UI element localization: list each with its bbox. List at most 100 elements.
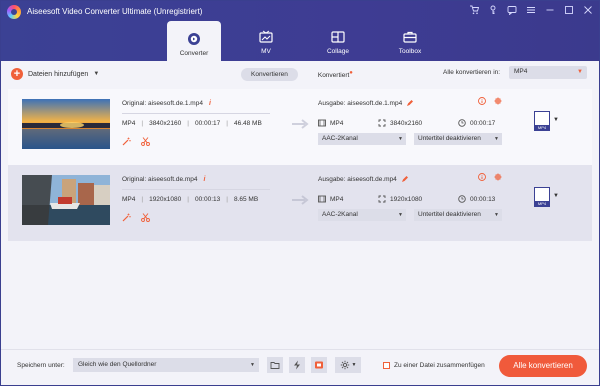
output-resolution: 3840x2160 <box>390 119 423 127</box>
plus-icon: + <box>11 68 23 80</box>
file-row: Original: aiseesoft.de.mp4 i MP4 | 1920x… <box>8 165 592 241</box>
output-format-button[interactable]: MP4 <box>534 187 550 207</box>
film-icon <box>318 119 326 127</box>
info-circle-icon[interactable] <box>478 173 486 181</box>
merge-checkbox[interactable] <box>383 362 390 369</box>
separator: | <box>141 196 144 203</box>
audio-track-select[interactable]: AAC-2Kanal ▼ <box>318 133 406 145</box>
output-meta: MP4 3840x2160 00:00:17 <box>318 119 508 127</box>
video-thumbnail[interactable] <box>22 99 110 149</box>
original-filename: Original: aiseesoft.de.1.mp4 <box>122 99 203 107</box>
edit-tools <box>122 137 272 146</box>
audio-track-select[interactable]: AAC-2Kanal ▼ <box>318 209 406 221</box>
output-duration: 00:00:13 <box>470 195 496 203</box>
add-files-button[interactable]: + Dateien hinzufügen ▼ <box>11 68 99 80</box>
source-size: 46.48 MB <box>233 120 262 127</box>
source-info: Original: aiseesoft.de.mp4 i MP4 | 1920x… <box>122 173 272 222</box>
tab-collage-label: Collage <box>326 48 350 55</box>
open-folder-button[interactable] <box>267 357 283 373</box>
key-icon[interactable] <box>488 5 498 15</box>
magic-wand-icon[interactable] <box>122 213 131 222</box>
arrow-right-icon <box>292 119 310 129</box>
folder-icon <box>270 362 280 369</box>
subtitle-select[interactable]: Untertitel deaktivieren ▼ <box>414 209 502 221</box>
divider <box>122 189 270 190</box>
tab-toolbox-label: Toolbox <box>398 48 422 55</box>
edit-tools <box>122 213 272 222</box>
clock-icon <box>458 119 466 127</box>
gpu-acceleration-button[interactable] <box>311 357 327 373</box>
save-path-value: Gleich wie den Quellordner <box>78 361 157 368</box>
source-format: MP4 <box>122 120 136 127</box>
edit-pencil-icon[interactable] <box>406 99 414 107</box>
source-meta: MP4 | 1920x1080 | 00:00:13 | 8.65 MB <box>122 196 272 203</box>
audio-track-value: AAC-2Kanal <box>322 135 358 142</box>
convert-all-button[interactable]: Alle konvertieren <box>499 355 587 377</box>
convert-all-format-select[interactable]: MP4 ▼ <box>509 66 587 79</box>
add-files-label: Dateien hinzufügen <box>28 70 89 78</box>
subtitle-select[interactable]: Untertitel deaktivieren ▼ <box>414 133 502 145</box>
source-duration: 00:00:17 <box>194 120 221 127</box>
tab-collage[interactable]: Collage <box>311 21 365 59</box>
chevron-down-icon: ▼ <box>250 362 255 368</box>
chevron-down-icon[interactable]: ▼ <box>93 71 99 77</box>
chevron-down-icon[interactable]: ▼ <box>553 193 559 199</box>
output-format-button[interactable]: MP4 <box>534 111 550 131</box>
edit-pencil-icon[interactable] <box>401 175 409 183</box>
subtitle-value: Untertitel deaktivieren <box>418 211 481 218</box>
info-circle-icon[interactable] <box>478 97 486 105</box>
output-resolution-group: 3840x2160 <box>378 119 458 127</box>
title-bar: Aiseesoft Video Converter Ultimate (Unre… <box>1 1 599 61</box>
audio-track-value: AAC-2Kanal <box>322 211 358 218</box>
info-icon[interactable]: i <box>209 100 211 107</box>
save-path-select[interactable]: Gleich wie den Quellordner ▼ <box>73 358 259 372</box>
output-format-group: MP4 <box>318 195 378 203</box>
resize-icon <box>378 195 386 203</box>
tab-mv[interactable]: MV <box>239 21 293 59</box>
close-icon[interactable] <box>583 5 593 15</box>
tab-converting[interactable]: Konvertieren <box>241 68 298 82</box>
scissors-icon[interactable] <box>141 137 150 146</box>
tab-converted[interactable]: Konvertiert● <box>308 67 363 82</box>
settings-button[interactable]: ▼ <box>335 357 361 373</box>
feedback-icon[interactable] <box>507 5 517 15</box>
menu-icon[interactable] <box>526 5 536 15</box>
hardware-acceleration-button[interactable] <box>289 357 305 373</box>
source-size: 8.65 MB <box>233 196 259 203</box>
merge-icon[interactable] <box>494 173 502 181</box>
original-filename: Original: aiseesoft.de.mp4 <box>122 175 198 183</box>
minimize-icon[interactable] <box>545 5 555 15</box>
tab-converter[interactable]: Converter <box>167 21 221 61</box>
tab-mv-label: MV <box>261 48 271 55</box>
chevron-down-icon: ▼ <box>577 69 583 75</box>
output-duration-group: 00:00:13 <box>458 195 495 203</box>
video-thumbnail[interactable] <box>22 175 110 225</box>
output-info: Ausgabe: aiseesoft.de.1.mp4 MP4 3840x216… <box>318 97 508 145</box>
app-logo-icon <box>7 5 21 19</box>
film-icon <box>318 195 326 203</box>
separator: | <box>226 196 228 203</box>
tab-toolbox[interactable]: Toolbox <box>383 21 437 59</box>
divider <box>122 113 270 114</box>
maximize-icon[interactable] <box>564 5 574 15</box>
format-badge: MP4 <box>535 125 549 130</box>
chevron-down-icon: ▼ <box>494 136 499 142</box>
gpu-icon <box>315 361 323 369</box>
chevron-down-icon: ▼ <box>494 212 499 218</box>
info-icon[interactable]: i <box>204 176 206 183</box>
app-window: Aiseesoft Video Converter Ultimate (Unre… <box>0 0 600 386</box>
merge-option[interactable]: Zu einer Datei zusammenfügen <box>383 362 485 369</box>
source-format: MP4 <box>122 196 136 203</box>
output-info: Ausgabe: aiseesoft.de.mp4 MP4 1920x1080 <box>318 173 508 221</box>
magic-wand-icon[interactable] <box>122 137 131 146</box>
scissors-icon[interactable] <box>141 213 150 222</box>
chevron-down-icon[interactable]: ▼ <box>553 117 559 123</box>
gear-icon <box>340 360 349 370</box>
save-to-label: Speichern unter: <box>17 362 65 369</box>
subtitle-value: Untertitel deaktivieren <box>418 135 481 142</box>
cart-icon[interactable] <box>469 5 479 15</box>
merge-icon[interactable] <box>494 97 502 105</box>
file-row: Original: aiseesoft.de.1.mp4 i MP4 | 384… <box>8 89 592 165</box>
separator: | <box>187 120 189 127</box>
new-dot-icon: ● <box>349 70 353 76</box>
